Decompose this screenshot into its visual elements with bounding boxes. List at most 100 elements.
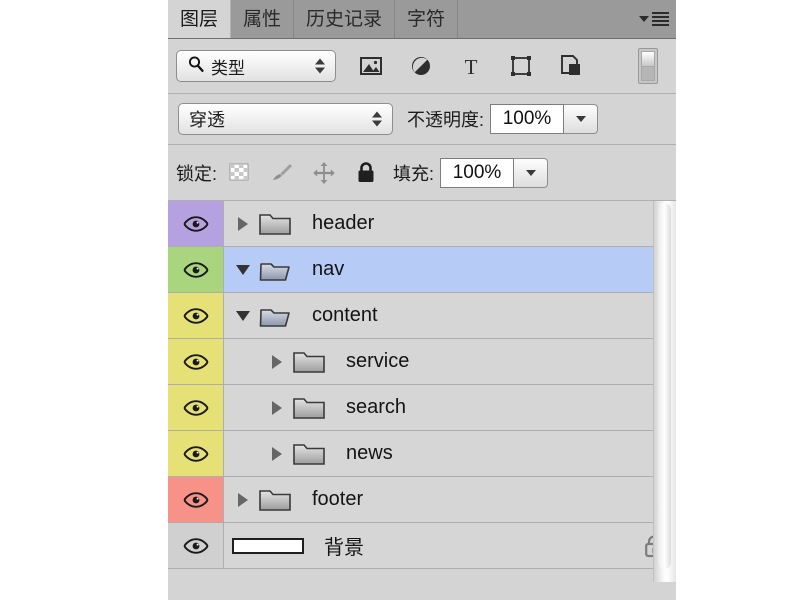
blend-mode-select[interactable]: 穿透 bbox=[178, 103, 393, 135]
layer-row-body[interactable]: news bbox=[224, 431, 676, 476]
chevron-down-icon bbox=[639, 16, 649, 22]
group-collapse-triangle-icon[interactable] bbox=[232, 310, 254, 321]
layer-visibility-toggle[interactable] bbox=[168, 293, 224, 338]
eye-icon bbox=[183, 307, 209, 324]
panel-menu-button[interactable] bbox=[632, 0, 676, 38]
layer-row[interactable]: 背景 bbox=[168, 523, 676, 569]
lock-label: 锁定: bbox=[176, 163, 218, 184]
opacity-dropdown-button[interactable] bbox=[564, 104, 599, 134]
group-expand-triangle-icon[interactable] bbox=[266, 446, 288, 461]
filter-type-stepper[interactable] bbox=[315, 58, 325, 74]
lock-row: 锁定: 填充: 100% bbox=[168, 145, 676, 201]
group-expand-triangle-icon[interactable] bbox=[232, 216, 254, 231]
tab-layers[interactable]: 图层 bbox=[168, 0, 232, 38]
layer-row-body[interactable]: 背景 bbox=[224, 523, 676, 568]
layer-name: nav bbox=[312, 258, 345, 280]
layer-visibility-toggle[interactable] bbox=[168, 477, 224, 522]
layer-row[interactable]: news bbox=[168, 431, 676, 477]
layer-row-body[interactable]: nav bbox=[224, 247, 676, 292]
adjustment-layer-filter-icon[interactable] bbox=[408, 53, 434, 79]
tab-history-label: 历史记录 bbox=[306, 8, 383, 30]
layer-list: header nav content service search news footer 背… bbox=[168, 201, 676, 582]
filter-toggle-top bbox=[641, 51, 655, 66]
lock-transparency-icon[interactable] bbox=[227, 160, 253, 186]
filter-type-select[interactable]: 类型 bbox=[176, 50, 336, 82]
filter-enable-toggle[interactable] bbox=[638, 48, 658, 84]
lock-icon-group bbox=[227, 160, 379, 186]
svg-text:T: T bbox=[465, 55, 478, 79]
open-folder-icon bbox=[258, 303, 294, 329]
layer-visibility-toggle[interactable] bbox=[168, 523, 224, 568]
filter-toggle-bottom bbox=[641, 65, 655, 81]
lock-all-icon[interactable] bbox=[353, 160, 379, 186]
pixel-layer-filter-icon[interactable] bbox=[358, 53, 384, 79]
layer-visibility-toggle[interactable] bbox=[168, 431, 224, 476]
closed-folder-icon bbox=[258, 211, 294, 237]
layer-visibility-toggle[interactable] bbox=[168, 201, 224, 246]
fill-label: 填充: bbox=[393, 163, 435, 184]
eye-icon bbox=[183, 399, 209, 416]
opacity-input[interactable]: 100% bbox=[490, 104, 565, 134]
fill-value: 100% bbox=[452, 161, 502, 183]
tab-history[interactable]: 历史记录 bbox=[294, 0, 396, 38]
chevron-down-icon bbox=[525, 169, 536, 176]
layer-row[interactable]: header bbox=[168, 201, 676, 247]
closed-folder-icon bbox=[292, 441, 328, 467]
layer-name: content bbox=[312, 304, 378, 326]
eye-icon bbox=[183, 537, 209, 554]
smart-object-filter-icon[interactable] bbox=[558, 53, 584, 79]
layer-row-body[interactable]: service bbox=[224, 339, 676, 384]
layer-visibility-toggle[interactable] bbox=[168, 385, 224, 430]
layer-name: news bbox=[346, 442, 393, 464]
group-collapse-triangle-icon[interactable] bbox=[232, 264, 254, 275]
layer-visibility-toggle[interactable] bbox=[168, 339, 224, 384]
eye-icon bbox=[183, 353, 209, 370]
opacity-value: 100% bbox=[502, 108, 552, 129]
layer-row-body[interactable]: content bbox=[224, 293, 676, 338]
layer-list-scrollbar[interactable] bbox=[653, 201, 676, 582]
closed-folder-icon bbox=[292, 395, 328, 421]
layer-name: search bbox=[346, 396, 407, 418]
tab-properties[interactable]: 属性 bbox=[231, 0, 295, 38]
filter-kind-icons: T bbox=[358, 53, 584, 79]
fill-dropdown-button[interactable] bbox=[514, 157, 549, 188]
lock-image-pixels-icon[interactable] bbox=[269, 160, 295, 186]
group-expand-triangle-icon[interactable] bbox=[232, 492, 254, 507]
filter-type-value: 类型 bbox=[211, 58, 245, 78]
layer-visibility-toggle[interactable] bbox=[168, 247, 224, 292]
layer-row-body[interactable]: search bbox=[224, 385, 676, 430]
tab-character[interactable]: 字符 bbox=[395, 0, 459, 38]
layer-list-scrollbar-thumb[interactable] bbox=[658, 203, 671, 569]
layer-row[interactable]: nav bbox=[168, 247, 676, 293]
blend-mode-stepper[interactable] bbox=[372, 111, 382, 127]
search-icon bbox=[187, 55, 205, 78]
eye-icon bbox=[183, 261, 209, 278]
blend-mode-value: 穿透 bbox=[189, 110, 225, 130]
group-expand-triangle-icon[interactable] bbox=[266, 400, 288, 415]
layer-row-body[interactable]: header bbox=[224, 201, 676, 246]
fill-input[interactable]: 100% bbox=[440, 157, 515, 188]
hamburger-icon bbox=[652, 12, 669, 26]
shape-layer-filter-icon[interactable] bbox=[508, 53, 534, 79]
tab-layers-label: 图层 bbox=[180, 8, 219, 30]
tab-character-label: 字符 bbox=[407, 8, 446, 30]
layer-name: service bbox=[346, 350, 410, 372]
layer-row[interactable]: search bbox=[168, 385, 676, 431]
group-expand-triangle-icon[interactable] bbox=[266, 354, 288, 369]
layer-filter-row: 类型 T bbox=[168, 39, 676, 94]
lock-position-icon[interactable] bbox=[311, 160, 337, 186]
type-layer-filter-icon[interactable]: T bbox=[458, 53, 484, 79]
eye-icon bbox=[183, 445, 209, 462]
eye-icon bbox=[183, 215, 209, 232]
opacity-label: 不透明度: bbox=[407, 110, 485, 130]
layer-row[interactable]: footer bbox=[168, 477, 676, 523]
layers-panel: 图层 属性 历史记录 字符 类型 T 穿透 不透明度: 100% 锁定: 填充:… bbox=[168, 0, 676, 600]
layer-name: 背景 bbox=[324, 537, 364, 559]
layer-row-body[interactable]: footer bbox=[224, 477, 676, 522]
layer-row[interactable]: content bbox=[168, 293, 676, 339]
layer-name: footer bbox=[312, 488, 364, 510]
blend-mode-row: 穿透 不透明度: 100% bbox=[168, 94, 676, 145]
closed-folder-icon bbox=[258, 487, 294, 513]
layer-row[interactable]: service bbox=[168, 339, 676, 385]
layer-name: header bbox=[312, 212, 375, 234]
